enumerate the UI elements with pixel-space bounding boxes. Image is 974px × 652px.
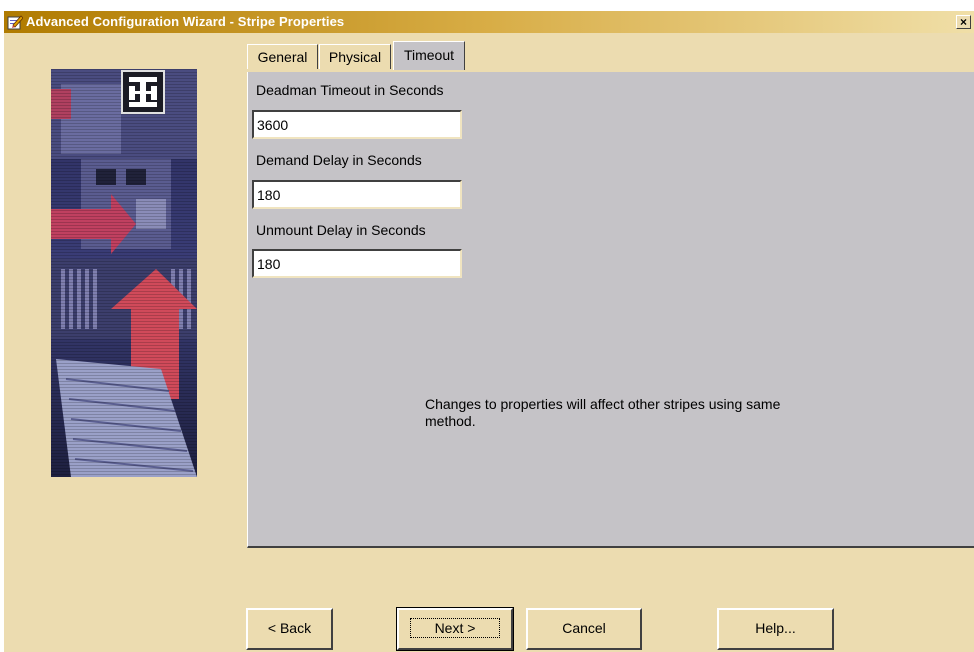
wizard-side-image xyxy=(51,69,197,477)
properties-notice: Changes to properties will affect other … xyxy=(425,396,781,429)
tab-physical[interactable]: Physical xyxy=(319,44,391,69)
window-title: Advanced Configuration Wizard - Stripe P… xyxy=(26,14,345,29)
next-button-label: Next > xyxy=(409,618,501,638)
timeout-panel: Deadman Timeout in Seconds Demand Delay … xyxy=(247,72,974,548)
cancel-button[interactable]: Cancel xyxy=(526,608,642,650)
unmount-delay-label: Unmount Delay in Seconds xyxy=(256,222,426,238)
help-button[interactable]: Help... xyxy=(717,608,834,650)
wizard-artwork xyxy=(51,69,197,477)
back-button[interactable]: < Back xyxy=(246,608,333,650)
wizard-pencil-icon xyxy=(7,15,23,30)
close-button[interactable]: × xyxy=(956,15,971,29)
tab-general[interactable]: General xyxy=(247,44,318,69)
demand-delay-input[interactable] xyxy=(252,180,462,209)
tab-timeout[interactable]: Timeout xyxy=(393,41,465,70)
company-logo-icon xyxy=(121,70,165,114)
deadman-timeout-label: Deadman Timeout in Seconds xyxy=(256,82,444,98)
title-bar[interactable]: Advanced Configuration Wizard - Stripe P… xyxy=(4,11,974,33)
deadman-timeout-input[interactable] xyxy=(252,110,462,139)
next-button[interactable]: Next > xyxy=(396,607,514,651)
unmount-delay-input[interactable] xyxy=(252,249,462,278)
wizard-window: Advanced Configuration Wizard - Stripe P… xyxy=(4,11,974,652)
demand-delay-label: Demand Delay in Seconds xyxy=(256,152,422,168)
